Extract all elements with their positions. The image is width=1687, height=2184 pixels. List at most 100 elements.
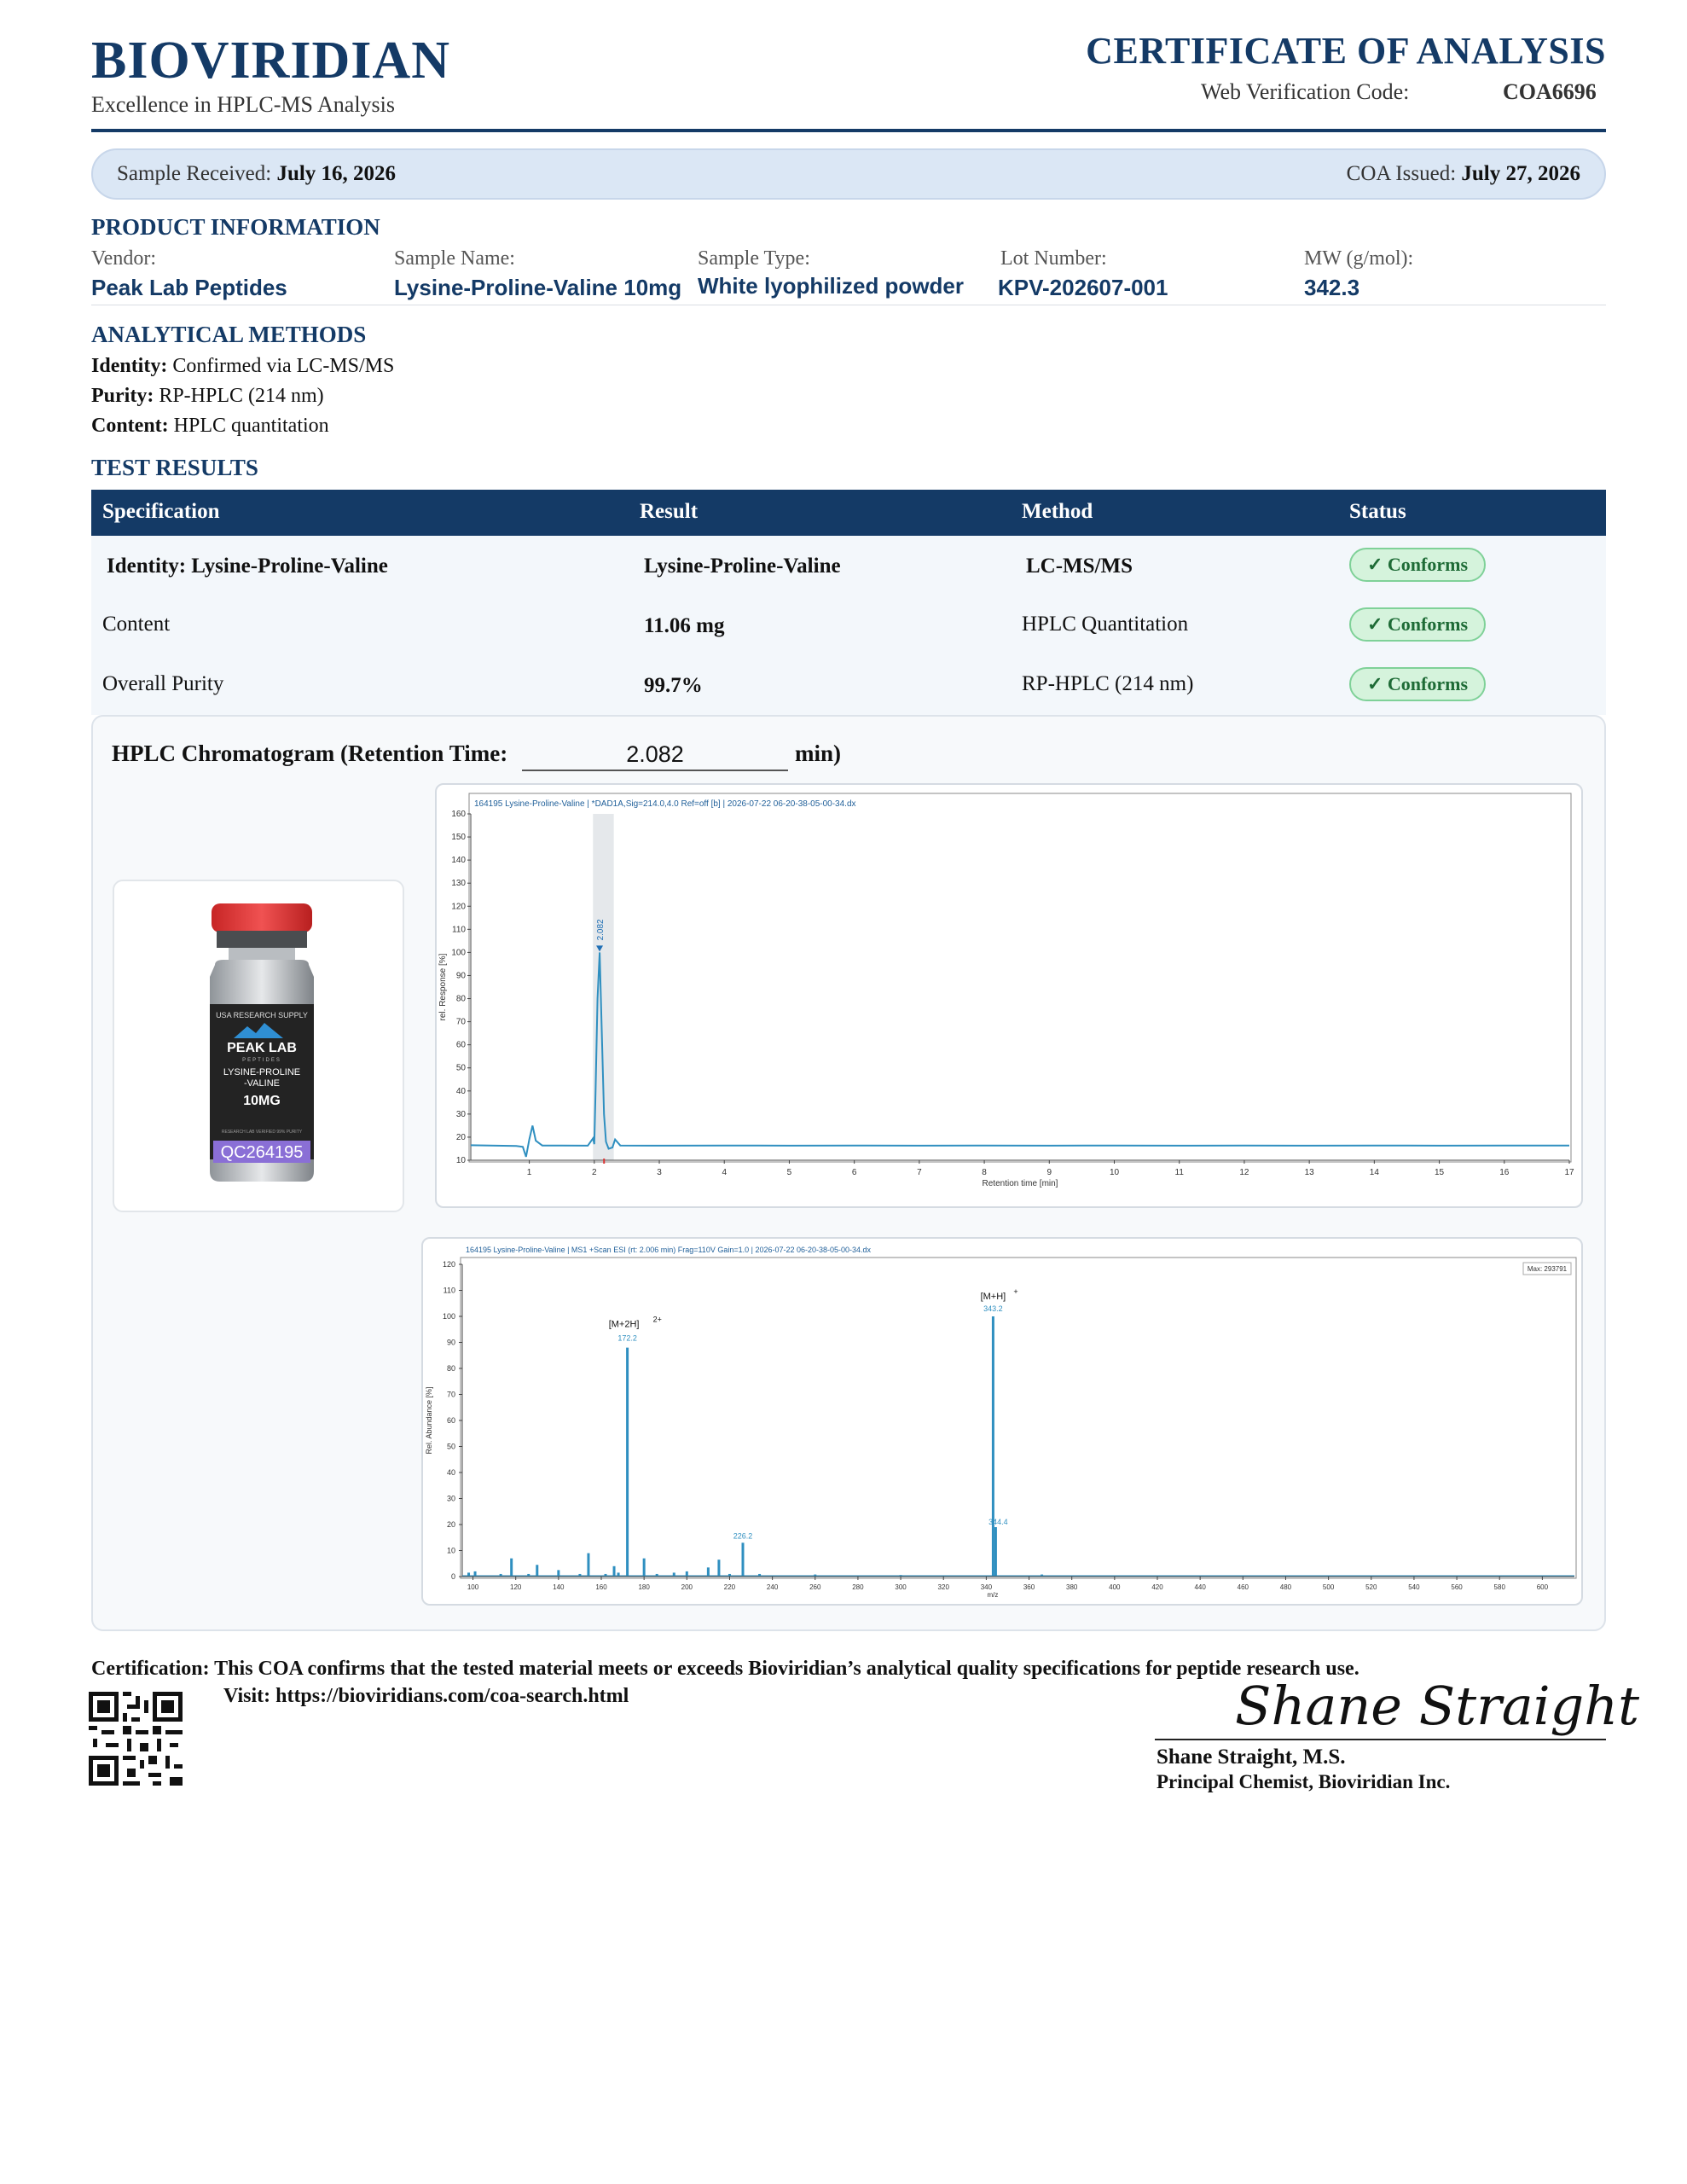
vial-brand-sub: PEPTIDES [242, 1058, 281, 1063]
hplc-x-tick-label: 12 [1239, 1168, 1249, 1177]
row-method: LC-MS/MS [1026, 555, 1133, 578]
hplc-y-tick-label: 100 [451, 948, 466, 957]
vial-supply-text: USA RESEARCH SUPPLY [216, 1011, 308, 1019]
col-status: Status [1349, 500, 1406, 523]
hplc-x-tick-label: 10 [1110, 1168, 1120, 1177]
method-purity-value: RP-HPLC (214 nm) [159, 385, 324, 407]
hplc-x-axis-label: Retention time [min] [983, 1179, 1058, 1188]
received-value: July 16, 2026 [276, 162, 397, 185]
method-purity-label: Purity: [91, 385, 154, 407]
ms-y-tick-label: 40 [447, 1468, 455, 1477]
vial-fine-print: RESEARCH LAB VERIFIED 99% PURITY [222, 1130, 303, 1135]
hplc-chart-title: 164195 Lysine-Proline-Valine | *DAD1A,Si… [474, 799, 856, 809]
ms-x-tick-label: 140 [553, 1583, 565, 1591]
issued-label: COA Issued: [1346, 162, 1457, 185]
method-content: Content: HPLC quantitation [91, 415, 329, 438]
row-result: 11.06 mg [644, 614, 725, 637]
method-identity: Identity: Confirmed via LC-MS/MS [91, 355, 394, 378]
ms-x-tick-label: 280 [852, 1583, 864, 1591]
ms-x-tick-label: 340 [981, 1583, 993, 1591]
vendor-label: Vendor: [91, 247, 156, 270]
ms-peak-mz-label: 226.2 [733, 1531, 753, 1540]
signature-script: Shane Straight [1235, 1675, 1640, 1737]
method-identity-value: Confirmed via LC-MS/MS [172, 355, 395, 377]
ms-y-tick-label: 10 [447, 1547, 455, 1555]
issued-value: July 27, 2026 [1461, 162, 1580, 185]
ms-peak-mz-label: 344.4 [988, 1518, 1008, 1526]
table-row: Overall Purity 99.7% RP-HPLC (214 nm) ✓ … [91, 655, 1606, 715]
vial-qc-code: QC264195 [221, 1143, 304, 1162]
hplc-peak-label: 2.082 [596, 919, 606, 940]
sample-name-value: Lysine-Proline-Valine 10mg [394, 275, 682, 300]
hplc-trace-line [470, 952, 1569, 1158]
hplc-x-tick-label: 7 [917, 1168, 922, 1177]
ms-ion-charge: 2+ [653, 1316, 662, 1324]
ms-peak-mz-label: 172.2 [617, 1334, 637, 1343]
ms-x-tick-label: 120 [510, 1583, 522, 1591]
hplc-x-tick-label: 4 [722, 1168, 727, 1177]
ms-y-tick-label: 0 [451, 1572, 455, 1581]
hplc-y-tick-label: 160 [451, 810, 466, 819]
hplc-x-tick-label: 6 [852, 1168, 857, 1177]
row-result: Lysine-Proline-Valine [644, 555, 841, 578]
ms-x-tick-label: 360 [1023, 1583, 1035, 1591]
method-content-label: Content: [91, 415, 169, 437]
signatory-title: Principal Chemist, Bioviridian Inc. [1157, 1771, 1451, 1792]
hplc-x-tick-label: 5 [787, 1168, 792, 1177]
hplc-y-tick-label: 30 [456, 1110, 467, 1119]
hplc-x-tick-label: 17 [1564, 1168, 1574, 1177]
ms-x-tick-label: 100 [467, 1583, 479, 1591]
ms-x-tick-label: 160 [595, 1583, 607, 1591]
ms-y-tick-label: 50 [447, 1443, 455, 1451]
ms-y-tick-label: 110 [443, 1287, 455, 1295]
vial-crimp [217, 931, 307, 948]
ms-x-tick-label: 420 [1151, 1583, 1163, 1591]
hplc-y-tick-label: 40 [456, 1087, 467, 1096]
hplc-x-tick-label: 3 [657, 1168, 662, 1177]
ms-x-tick-label: 300 [895, 1583, 907, 1591]
ms-y-tick-label: 70 [447, 1391, 455, 1399]
col-result: Result [640, 500, 699, 523]
qr-code-icon[interactable] [89, 1692, 183, 1786]
ms-x-tick-label: 560 [1451, 1583, 1463, 1591]
lot-number-label: Lot Number: [1000, 247, 1107, 270]
ms-x-tick-label: 320 [938, 1583, 950, 1591]
mw-label: MW (g/mol): [1304, 247, 1414, 270]
hplc-y-tick-label: 10 [456, 1156, 467, 1165]
hplc-y-tick-label: 50 [456, 1064, 467, 1073]
hplc-x-tick-label: 11 [1175, 1168, 1185, 1177]
hplc-chart-card: 164195 Lysine-Proline-Valine | *DAD1A,Si… [435, 783, 1583, 1208]
sample-type-label: Sample Type: [698, 247, 810, 270]
ms-x-tick-label: 460 [1238, 1583, 1249, 1591]
ms-x-tick-label: 200 [681, 1583, 693, 1591]
product-vial-image: USA RESEARCH SUPPLY PEAK LAB PEPTIDES LY… [210, 903, 314, 1182]
ms-x-axis-label: m/z [987, 1591, 998, 1599]
brand-name: BIOVIRIDIAN [91, 32, 450, 90]
hplc-x-tick-label: 9 [1047, 1168, 1052, 1177]
product-vial-card: USA RESEARCH SUPPLY PEAK LAB PEPTIDES LY… [113, 880, 404, 1212]
hplc-y-tick-label: 80 [456, 995, 467, 1004]
vial-dose: 10MG [243, 1094, 281, 1108]
signatory-name: Shane Straight, M.S. [1157, 1745, 1346, 1769]
sample-name-label: Sample Name: [394, 247, 515, 270]
lot-number-value: KPV-202607-001 [998, 275, 1168, 300]
ms-x-tick-label: 220 [724, 1583, 736, 1591]
status-badge: ✓ Conforms [1349, 667, 1486, 701]
hplc-x-tick-label: 15 [1435, 1168, 1445, 1177]
ms-x-tick-label: 440 [1194, 1583, 1206, 1591]
ms-peak-mz-label: 343.2 [983, 1304, 1003, 1313]
ms-x-tick-label: 480 [1280, 1583, 1292, 1591]
ms-y-tick-label: 60 [447, 1416, 455, 1425]
col-specification: Specification [102, 500, 220, 523]
hplc-y-tick-label: 130 [451, 879, 466, 888]
method-purity: Purity: RP-HPLC (214 nm) [91, 385, 324, 408]
row-method: HPLC Quantitation [1022, 613, 1189, 636]
hplc-y-tick-label: 120 [451, 902, 466, 911]
ms-x-tick-label: 260 [809, 1583, 821, 1591]
ms-max-label: Max: 293791 [1528, 1265, 1568, 1273]
ms-y-tick-label: 100 [443, 1312, 455, 1321]
row-result: 99.7% [644, 674, 703, 697]
mw-value: 342.3 [1304, 275, 1360, 300]
hplc-x-tick-label: 2 [592, 1168, 597, 1177]
verification-link[interactable]: Visit: https://bioviridians.com/coa-sear… [223, 1685, 629, 1708]
